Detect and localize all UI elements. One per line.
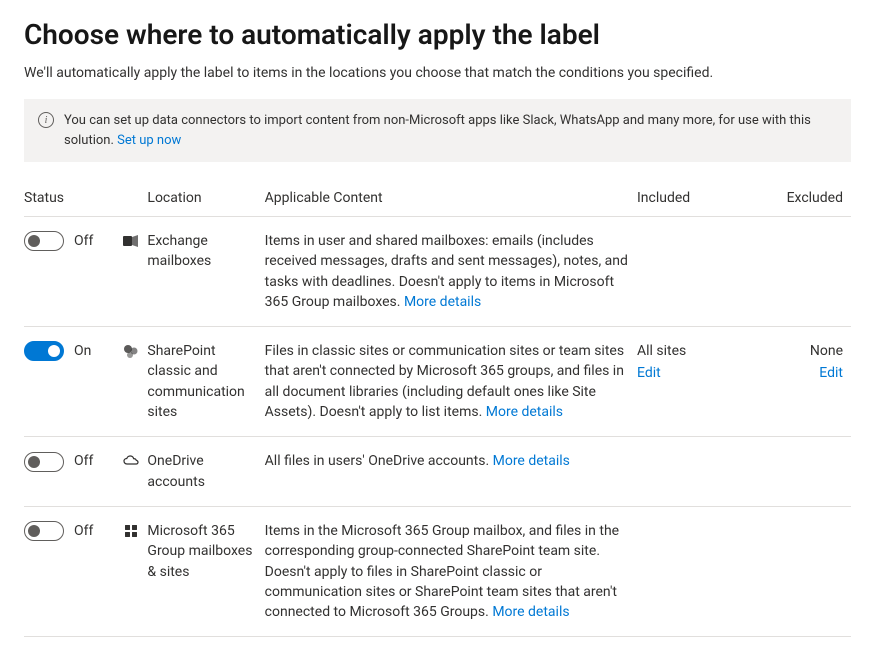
included-value: All sites (637, 341, 759, 361)
page-title: Choose where to automatically apply the … (24, 18, 851, 51)
table-row: Off OneDrive accounts All files in users… (24, 437, 851, 507)
sharepoint-icon (123, 343, 139, 359)
more-details-link[interactable]: More details (492, 604, 569, 620)
col-status: Status (24, 184, 123, 217)
status-label: Off (74, 451, 93, 471)
edit-excluded-link[interactable]: Edit (819, 363, 843, 383)
col-excluded: Excluded (767, 184, 851, 217)
location-name: Exchange mailboxes (147, 233, 211, 269)
toggle-exchange[interactable] (24, 231, 64, 251)
applicable-content: Items in the Microsoft 365 Group mailbox… (265, 506, 637, 636)
setup-now-link[interactable]: Set up now (117, 133, 181, 148)
info-text: You can set up data connectors to import… (64, 111, 837, 150)
applicable-content: Files in classic sites or communication … (265, 327, 637, 437)
exchange-icon (123, 233, 139, 249)
excluded-value: None (810, 341, 843, 361)
info-banner: i You can set up data connectors to impo… (24, 99, 851, 162)
toggle-sharepoint[interactable] (24, 341, 64, 361)
location-name: OneDrive accounts (147, 453, 205, 489)
location-name: Microsoft 365 Group mailboxes & sites (147, 523, 252, 580)
info-icon: i (38, 112, 54, 128)
toggle-m365groups[interactable] (24, 521, 64, 541)
more-details-link[interactable]: More details (404, 294, 481, 310)
status-label: Off (74, 231, 93, 251)
location-name: SharePoint classic and communication sit… (147, 343, 244, 420)
toggle-onedrive[interactable] (24, 452, 64, 472)
col-content: Applicable Content (265, 184, 637, 217)
table-row: On SharePoint classic and communication … (24, 327, 851, 437)
more-details-link[interactable]: More details (493, 453, 570, 469)
applicable-content: All files in users' OneDrive accounts. M… (265, 437, 637, 507)
table-row: Off Exchange mailboxes Items in user and… (24, 217, 851, 327)
locations-table: Status Location Applicable Content Inclu… (24, 184, 851, 637)
status-label: On (74, 341, 91, 361)
col-location: Location (147, 184, 264, 217)
groups-icon (123, 523, 139, 539)
table-row: Off Microsoft 365 Group mailboxes & site… (24, 506, 851, 636)
applicable-content: Items in user and shared mailboxes: emai… (265, 217, 637, 327)
page-subtitle: We'll automatically apply the label to i… (24, 65, 851, 81)
edit-included-link[interactable]: Edit (637, 363, 759, 383)
status-label: Off (74, 521, 93, 541)
col-included: Included (637, 184, 767, 217)
onedrive-icon (123, 453, 139, 469)
more-details-link[interactable]: More details (486, 404, 563, 420)
